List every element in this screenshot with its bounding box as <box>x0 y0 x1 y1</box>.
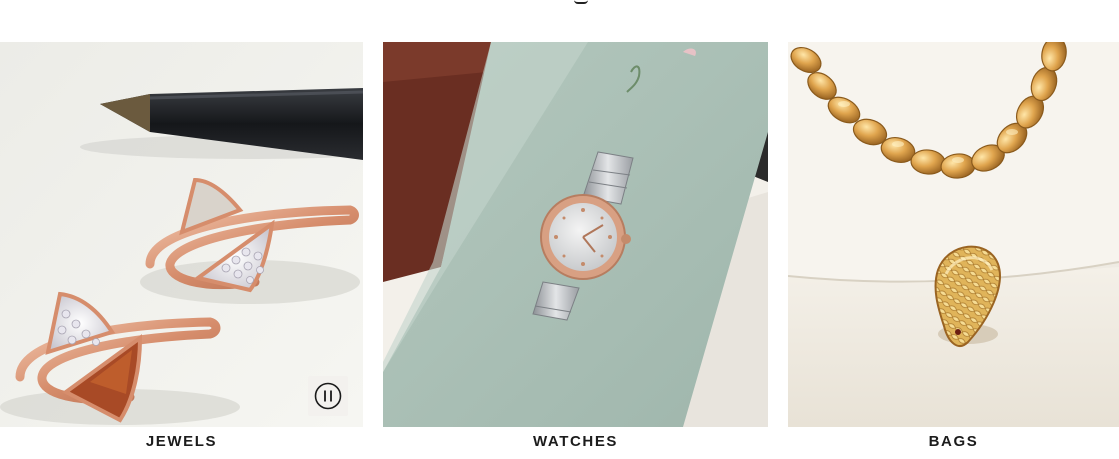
category-label-watches[interactable]: WATCHES <box>383 433 768 450</box>
pause-icon <box>314 382 342 410</box>
category-label-jewels[interactable]: JEWELS <box>0 433 363 450</box>
scroll-indicator-icon <box>574 0 588 4</box>
jewels-image[interactable] <box>0 42 363 427</box>
category-tile-jewels[interactable]: JEWELS <box>0 42 363 459</box>
bags-image[interactable] <box>788 42 1119 427</box>
pause-button[interactable] <box>308 376 348 416</box>
top-edge <box>0 0 1119 42</box>
category-tile-bags[interactable]: BAGS <box>788 42 1119 459</box>
watches-image[interactable] <box>383 42 768 427</box>
category-label-bags[interactable]: BAGS <box>788 433 1119 450</box>
category-tile-watches[interactable]: WATCHES <box>383 42 768 459</box>
